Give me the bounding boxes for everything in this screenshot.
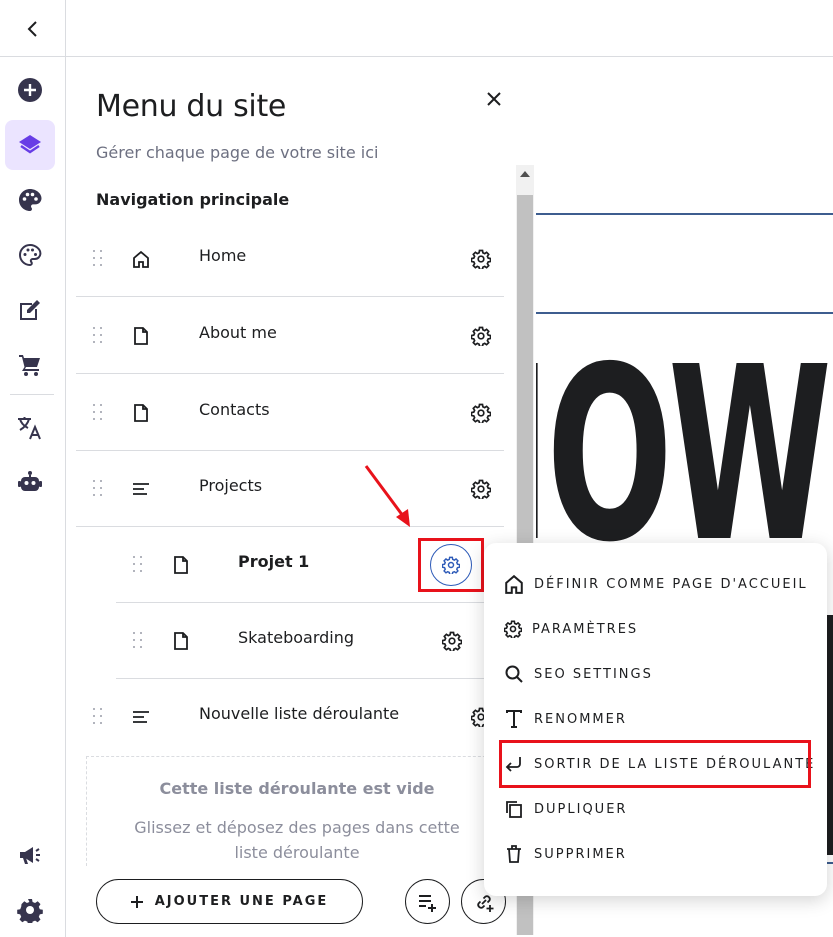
gear-icon[interactable] — [471, 403, 491, 423]
chevron-left-icon — [27, 20, 37, 37]
menu-item-label: SUPPRIMER — [534, 846, 627, 862]
left-sidebar — [0, 57, 66, 937]
page-icon — [131, 326, 151, 346]
trash-icon — [507, 845, 521, 863]
panel-subtitle: Gérer chaque page de votre site ici — [96, 143, 379, 162]
translate-button[interactable] — [5, 403, 55, 453]
home-icon — [131, 249, 151, 269]
page-row-about-me[interactable]: About me — [76, 298, 504, 374]
search-icon — [505, 665, 523, 683]
menu-item-delete[interactable]: SUPPRIMER — [504, 843, 627, 865]
colors-button[interactable] — [5, 230, 55, 280]
megaphone-icon — [20, 847, 40, 864]
menu-item-seo-settings[interactable]: SEO SETTINGS — [504, 663, 653, 685]
menu-item-label: RENOMMER — [534, 711, 627, 727]
dropdown-list-icon — [131, 479, 151, 499]
page-label: Skateboarding — [238, 628, 355, 647]
edit-note-icon — [20, 300, 40, 320]
menu-item-set-homepage[interactable]: DÉFINIR COMME PAGE D'ACCUEIL — [504, 573, 808, 595]
menu-item-label: PARAMÈTRES — [532, 621, 639, 637]
page-label: Contacts — [199, 400, 270, 419]
layers-icon — [19, 135, 41, 154]
menu-item-settings[interactable]: PARAMÈTRES — [504, 618, 638, 640]
back-button[interactable] — [0, 0, 66, 57]
list-add-icon — [418, 894, 436, 912]
page-settings-button-active[interactable] — [430, 544, 472, 586]
ai-assistant-button[interactable] — [5, 458, 55, 508]
settings-button[interactable] — [5, 885, 55, 935]
menu-item-rename[interactable]: RENOMMER — [504, 708, 627, 730]
drag-handle-icon[interactable] — [133, 632, 145, 650]
menu-item-label: DÉFINIR COMME PAGE D'ACCUEIL — [534, 576, 808, 592]
empty-dropdown-title: Cette liste déroulante est vide — [159, 779, 435, 798]
page-label: Projects — [199, 476, 263, 495]
gear-filled-icon — [17, 899, 43, 923]
page-label: Projet 1 — [238, 552, 310, 571]
scroll-up-arrow[interactable] — [520, 171, 530, 177]
drag-handle-icon[interactable] — [93, 480, 105, 498]
canvas-headline: IOW — [536, 315, 832, 595]
marketing-button[interactable] — [5, 830, 55, 880]
canvas-divider-line — [536, 213, 833, 215]
gear-icon[interactable] — [471, 479, 491, 499]
plus-circle-icon — [18, 78, 42, 102]
annotation-arrow — [364, 465, 410, 527]
gear-icon[interactable] — [471, 249, 491, 269]
empty-dropdown-dropzone[interactable]: Cette liste déroulante est vide Glissez … — [86, 756, 506, 866]
page-label: Nouvelle liste déroulante — [199, 704, 400, 723]
drag-handle-icon[interactable] — [93, 250, 105, 268]
page-row-contacts[interactable]: Contacts — [76, 375, 504, 451]
palette-filled-icon — [19, 189, 42, 211]
page-row-home[interactable]: Home — [76, 221, 504, 297]
drag-handle-icon[interactable] — [93, 404, 105, 422]
add-element-button[interactable] — [5, 65, 55, 115]
dropdown-list-icon — [131, 707, 151, 727]
pages-button[interactable] — [5, 120, 55, 170]
gear-icon[interactable] — [442, 631, 462, 651]
canvas-divider-line — [536, 312, 833, 314]
blog-button[interactable] — [5, 285, 55, 335]
translate-icon — [18, 417, 41, 440]
menu-item-label: SEO SETTINGS — [534, 666, 653, 682]
page-label: About me — [199, 323, 277, 342]
gear-icon[interactable] — [471, 326, 491, 346]
styles-button[interactable] — [5, 175, 55, 225]
close-panel-button[interactable] — [482, 87, 506, 111]
cart-icon — [19, 355, 40, 376]
section-heading: Navigation principale — [96, 190, 290, 209]
gear-icon — [442, 556, 460, 574]
add-page-button[interactable]: AJOUTER UNE PAGE — [96, 879, 363, 924]
page-row-projects[interactable]: Projects — [76, 451, 504, 527]
page-title: Menu du site — [96, 89, 287, 124]
page-context-menu: DÉFINIR COMME PAGE D'ACCUEIL PARAMÈTRES … — [484, 543, 827, 896]
highlight-annotation — [499, 740, 811, 788]
home-icon — [505, 574, 523, 594]
duplicate-icon — [506, 801, 522, 818]
page-row-nouvelle-liste[interactable]: Nouvelle liste déroulante — [76, 679, 504, 755]
store-button[interactable] — [5, 340, 55, 390]
page-icon — [171, 631, 191, 651]
page-row-skateboarding[interactable]: Skateboarding — [116, 603, 504, 679]
menu-item-duplicate[interactable]: DUPLIQUER — [504, 798, 627, 820]
drag-handle-icon[interactable] — [133, 556, 145, 574]
empty-dropdown-description: Glissez et déposez des pages dans cette … — [134, 818, 460, 862]
palette-outline-icon — [18, 243, 42, 267]
top-bar — [0, 0, 833, 57]
add-page-label: AJOUTER UNE PAGE — [154, 894, 329, 909]
rail-divider — [10, 394, 54, 395]
drag-handle-icon[interactable] — [93, 327, 105, 345]
page-icon — [131, 403, 151, 423]
plus-icon — [130, 895, 143, 908]
robot-icon — [18, 471, 42, 491]
text-icon — [506, 710, 522, 728]
add-dropdown-button[interactable] — [405, 879, 450, 924]
menu-item-label: DUPLIQUER — [534, 801, 628, 817]
gear-icon — [504, 620, 522, 638]
close-icon — [487, 92, 501, 106]
drag-handle-icon[interactable] — [93, 708, 105, 726]
page-icon — [171, 555, 191, 575]
page-label: Home — [199, 246, 247, 265]
site-menu-panel: Menu du site Gérer chaque page de votre … — [66, 57, 536, 937]
